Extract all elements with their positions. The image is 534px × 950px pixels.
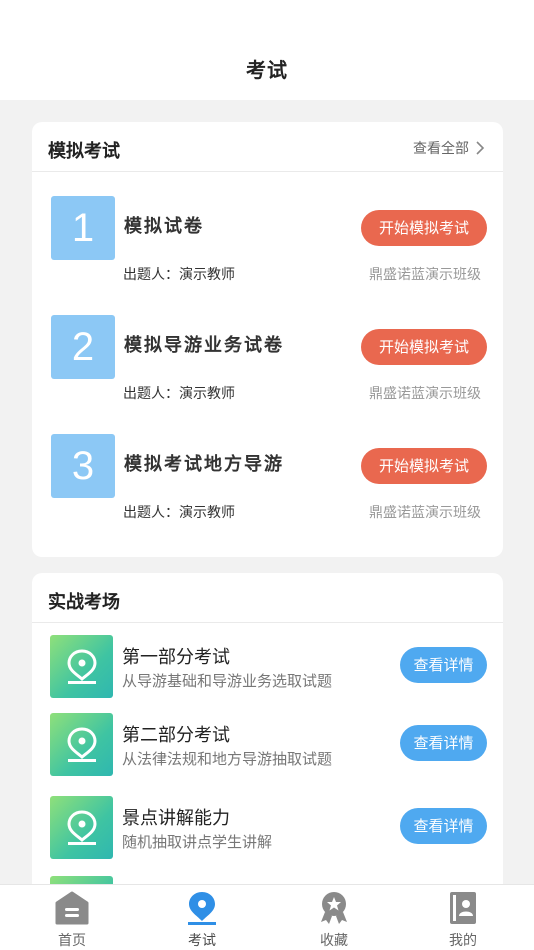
profile-icon xyxy=(450,892,476,924)
top-bar: 考试 xyxy=(0,0,534,100)
page-title: 考试 xyxy=(246,58,288,82)
practice-exam-card: 实战考场 第一部分考试 从导游基础和导游业务选取试题 查看详情 第二部分考试 从… xyxy=(32,573,503,903)
exam-number-badge: 3 xyxy=(51,434,115,498)
start-mock-exam-button[interactable]: 开始模拟考试 xyxy=(361,210,487,246)
practice-section-title: 实战考场 xyxy=(48,592,120,613)
start-mock-exam-button[interactable]: 开始模拟考试 xyxy=(361,329,487,365)
exam-title: 模拟试卷 xyxy=(124,216,204,237)
practice-title: 第二部分考试 xyxy=(122,725,230,746)
exam-title: 模拟导游业务试卷 xyxy=(124,335,284,356)
practice-exam-item[interactable]: 第二部分考试 从法律法规和地方导游抽取试题 查看详情 xyxy=(32,713,503,779)
exam-author: 出题人：演示教师 xyxy=(123,505,235,521)
tab-label: 我的 xyxy=(449,933,477,949)
mock-exam-item[interactable]: 1 模拟试卷 开始模拟考试 出题人：演示教师 鼎盛诺蓝演示班级 xyxy=(32,196,503,306)
practice-subtitle: 从法律法规和地方导游抽取试题 xyxy=(122,750,333,768)
tab-label: 首页 xyxy=(58,933,86,949)
exam-number-badge: 1 xyxy=(51,196,115,260)
practice-exam-item[interactable]: 第一部分考试 从导游基础和导游业务选取试题 查看详情 xyxy=(32,635,503,701)
view-details-button[interactable]: 查看详情 xyxy=(400,725,487,761)
practice-exam-item[interactable]: 景点讲解能力 随机抽取讲点学生讲解 查看详情 xyxy=(32,796,503,862)
view-details-button[interactable]: 查看详情 xyxy=(400,808,487,844)
exam-pen-icon xyxy=(188,892,216,925)
tab-exam[interactable]: 考试 xyxy=(152,885,252,950)
tab-label: 考试 xyxy=(188,933,216,949)
see-all-link[interactable]: 查看全部 xyxy=(413,138,487,158)
see-all-label: 查看全部 xyxy=(413,141,469,157)
exam-class: 鼎盛诺蓝演示班级 xyxy=(369,505,481,521)
exam-pen-icon xyxy=(50,796,113,859)
exam-class: 鼎盛诺蓝演示班级 xyxy=(369,386,481,402)
favorite-badge-icon xyxy=(321,892,347,924)
home-icon xyxy=(55,891,89,925)
practice-title: 景点讲解能力 xyxy=(122,808,230,829)
start-mock-exam-button[interactable]: 开始模拟考试 xyxy=(361,448,487,484)
exam-pen-icon xyxy=(50,713,113,776)
tab-profile[interactable]: 我的 xyxy=(413,885,513,950)
view-details-button[interactable]: 查看详情 xyxy=(400,647,487,683)
exam-class: 鼎盛诺蓝演示班级 xyxy=(369,267,481,283)
practice-card-header: 实战考场 xyxy=(32,573,503,623)
mock-exam-item[interactable]: 3 模拟考试地方导游 开始模拟考试 出题人：演示教师 鼎盛诺蓝演示班级 xyxy=(32,434,503,544)
exam-author: 出题人：演示教师 xyxy=(123,386,235,402)
mock-exam-item[interactable]: 2 模拟导游业务试卷 开始模拟考试 出题人：演示教师 鼎盛诺蓝演示班级 xyxy=(32,315,503,425)
bottom-tab-bar: 首页 考试 收藏 我的 xyxy=(0,884,534,950)
tab-favorites[interactable]: 收藏 xyxy=(284,885,384,950)
practice-title: 第一部分考试 xyxy=(122,647,230,668)
mock-exam-section-title: 模拟考试 xyxy=(48,141,120,162)
mock-exam-card-header: 模拟考试 查看全部 xyxy=(32,122,503,172)
exam-number-badge: 2 xyxy=(51,315,115,379)
tab-home[interactable]: 首页 xyxy=(22,885,122,950)
exam-title: 模拟考试地方导游 xyxy=(124,454,284,475)
exam-pen-icon xyxy=(50,635,113,698)
practice-subtitle: 从导游基础和导游业务选取试题 xyxy=(122,672,333,690)
exam-author: 出题人：演示教师 xyxy=(123,267,235,283)
practice-subtitle: 随机抽取讲点学生讲解 xyxy=(122,833,273,851)
tab-label: 收藏 xyxy=(320,933,348,949)
chevron-right-icon xyxy=(476,141,485,155)
mock-exam-card: 模拟考试 查看全部 1 模拟试卷 开始模拟考试 出题人：演示教师 鼎盛诺蓝演示班… xyxy=(32,122,503,557)
